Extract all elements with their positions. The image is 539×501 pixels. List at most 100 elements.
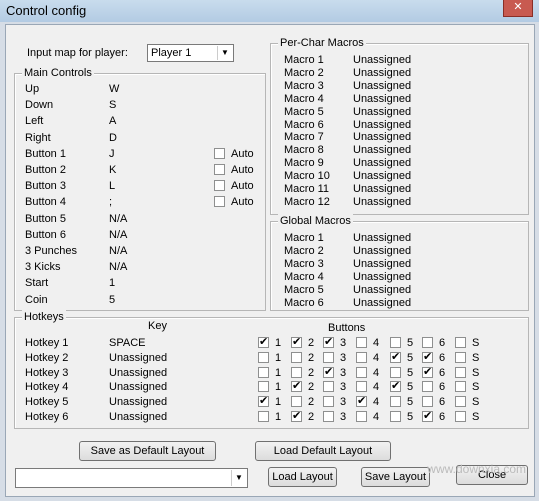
hotkey-button-checkbox[interactable] [390, 379, 401, 393]
control-key[interactable]: L [109, 179, 115, 193]
hotkey-button-label: 5 [407, 381, 414, 394]
hotkey-button-checkbox[interactable] [291, 366, 302, 378]
hotkey-button-checkbox[interactable] [323, 396, 334, 408]
control-key[interactable]: K [109, 163, 116, 177]
macro-value[interactable]: Unassigned [353, 130, 411, 144]
hotkey-button-label: 3 [340, 381, 347, 394]
hotkey-button-checkbox[interactable] [390, 337, 401, 348]
load-layout-button[interactable]: Load Layout [268, 467, 337, 487]
macro-value[interactable]: Unassigned [353, 92, 411, 106]
auto-checkbox[interactable] [214, 196, 225, 208]
macro-value[interactable]: Unassigned [353, 169, 411, 183]
hotkey-button-checkbox[interactable] [422, 381, 433, 393]
global-macro-value[interactable]: Unassigned [353, 244, 411, 258]
control-key[interactable]: D [109, 131, 117, 145]
hotkey-button-checkbox[interactable] [455, 366, 466, 378]
macro-value[interactable]: Unassigned [353, 105, 411, 119]
control-key[interactable]: 1 [109, 276, 115, 290]
hotkey-button-checkbox[interactable] [258, 381, 269, 393]
hotkey-button-checkbox[interactable] [422, 350, 433, 364]
hotkey-key[interactable]: Unassigned [109, 410, 167, 424]
hotkey-button-checkbox[interactable] [455, 396, 466, 408]
player-select[interactable]: Player 1 ▼ [147, 44, 234, 62]
hotkey-button-label: 2 [308, 411, 315, 423]
main-controls-group: Main Controls Up W Down S Left A Right D Button … [14, 66, 266, 311]
control-key[interactable]: S [109, 98, 116, 112]
hotkey-button-checkbox[interactable] [291, 335, 302, 349]
hotkey-button-checkbox[interactable] [291, 409, 302, 423]
load-default-layout-button[interactable]: Load Default Layout [255, 441, 391, 461]
hotkey-button-checkbox[interactable] [291, 379, 302, 393]
hotkey-button-checkbox[interactable] [323, 351, 334, 363]
hotkey-button-checkbox[interactable] [455, 411, 466, 422]
hotkey-button-label: 2 [308, 351, 315, 364]
hotkey-button-label: 1 [275, 396, 282, 409]
auto-checkbox[interactable] [214, 180, 225, 192]
hotkey-button-checkbox[interactable] [323, 381, 334, 393]
control-key[interactable]: N/A [109, 212, 127, 226]
hotkey-button-checkbox[interactable] [390, 350, 401, 364]
control-key[interactable]: J [109, 147, 115, 161]
hotkey-button-checkbox[interactable] [422, 337, 433, 348]
hotkey-key[interactable]: Unassigned [109, 351, 167, 365]
hotkey-button-checkbox[interactable] [390, 366, 401, 378]
hotkey-button-checkbox[interactable] [356, 411, 367, 422]
macro-value[interactable]: Unassigned [353, 182, 411, 196]
hotkey-button-checkbox[interactable] [258, 335, 269, 349]
hotkey-button-checkbox[interactable] [323, 335, 334, 349]
hotkey-button-checkbox[interactable] [455, 381, 466, 393]
control-key[interactable]: W [109, 82, 119, 96]
control-name: Right [25, 131, 51, 144]
hotkey-button-checkbox[interactable] [356, 381, 367, 393]
hotkey-button-checkbox[interactable] [422, 396, 433, 408]
hotkey-button-checkbox[interactable] [356, 337, 367, 348]
control-key[interactable]: 5 [109, 293, 115, 307]
hotkey-button-checkbox[interactable] [323, 365, 334, 379]
macro-value[interactable]: Unassigned [353, 79, 411, 93]
hotkey-button-checkbox[interactable] [390, 411, 401, 422]
hotkey-button-checkbox[interactable] [422, 365, 433, 379]
hotkey-button-checkbox[interactable] [258, 411, 269, 422]
control-key[interactable]: A [109, 114, 116, 128]
macro-value[interactable]: Unassigned [353, 53, 411, 67]
main-controls-title: Main Controls [22, 66, 94, 80]
hotkey-button-checkbox[interactable] [258, 351, 269, 363]
global-macro-value[interactable]: Unassigned [353, 270, 411, 284]
control-key[interactable]: N/A [109, 244, 127, 258]
hotkey-key[interactable]: SPACE [109, 336, 145, 350]
global-macro-name: Macro 4 [284, 270, 324, 283]
hotkey-button-checkbox[interactable] [291, 351, 302, 363]
macro-value[interactable]: Unassigned [353, 195, 411, 209]
hotkey-button-checkbox[interactable] [258, 366, 269, 378]
hotkey-button-checkbox[interactable] [455, 337, 466, 348]
hotkey-button-checkbox[interactable] [356, 366, 367, 378]
hotkey-button-checkbox[interactable] [390, 396, 401, 408]
global-macro-value[interactable]: Unassigned [353, 257, 411, 271]
hotkey-button-checkbox[interactable] [291, 396, 302, 408]
macro-value[interactable]: Unassigned [353, 156, 411, 170]
save-layout-button[interactable]: Save Layout [361, 467, 430, 487]
macro-value[interactable]: Unassigned [353, 118, 411, 132]
control-key[interactable]: N/A [109, 260, 127, 274]
hotkey-key[interactable]: Unassigned [109, 395, 167, 409]
hotkey-button-checkbox[interactable] [258, 394, 269, 408]
hotkey-button-checkbox[interactable] [356, 394, 367, 408]
hotkey-button-checkbox[interactable] [356, 351, 367, 363]
hotkey-button-checkbox[interactable] [422, 409, 433, 423]
global-macro-value[interactable]: Unassigned [353, 296, 411, 310]
auto-checkbox[interactable] [214, 164, 225, 175]
hotkey-key[interactable]: Unassigned [109, 366, 167, 380]
macro-value[interactable]: Unassigned [353, 143, 411, 157]
hotkey-key[interactable]: Unassigned [109, 380, 167, 394]
control-key[interactable]: N/A [109, 228, 127, 242]
save-default-layout-button[interactable]: Save as Default Layout [79, 441, 216, 461]
layout-select[interactable]: ▼ [15, 468, 248, 488]
auto-checkbox[interactable] [214, 147, 225, 159]
global-macro-value[interactable]: Unassigned [353, 231, 411, 245]
close-window-button[interactable]: ✕ [503, 0, 533, 17]
macro-value[interactable]: Unassigned [353, 66, 411, 80]
hotkey-button-checkbox[interactable] [455, 351, 466, 363]
hotkey-button-checkbox[interactable] [323, 411, 334, 422]
control-key[interactable]: ; [109, 195, 112, 209]
global-macro-value[interactable]: Unassigned [353, 283, 411, 297]
